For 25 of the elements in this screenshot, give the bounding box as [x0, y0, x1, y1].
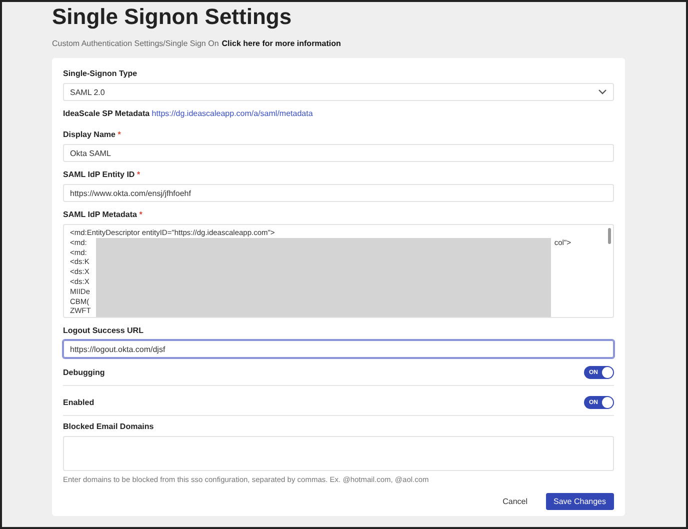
text-input[interactable]: https://logout.okta.com/djsf	[63, 340, 614, 358]
text-input[interactable]: Okta SAML	[63, 144, 614, 162]
scrollbar-thumb[interactable]	[608, 228, 611, 244]
page-title: Single Signon Settings	[52, 4, 293, 30]
required-mark: *	[118, 130, 121, 139]
info-link[interactable]: Click here for more information	[222, 39, 341, 48]
toggle-label: Enabled	[63, 398, 94, 407]
field-label: Logout Success URL	[63, 326, 144, 335]
field-label: Blocked Email Domains	[63, 422, 155, 431]
field-label: SAML IdP Entity ID *	[63, 170, 142, 179]
cancel-button[interactable]: Cancel	[494, 493, 536, 510]
text-input[interactable]: https://www.okta.com/ensj/jfhfoehf	[63, 184, 614, 202]
breadcrumb: Custom Authentication Settings/Single Sign On	[52, 39, 219, 48]
toggle-label: Debugging	[63, 368, 105, 377]
type-select[interactable]: SAML 2.0	[63, 83, 614, 101]
field-label: SAML IdP Metadata *	[63, 210, 144, 219]
metadata-link[interactable]: https://dg.ideascaleapp.com/a/saml/metadata	[152, 109, 313, 118]
save-button[interactable]: Save Changes	[546, 493, 614, 510]
required-mark: *	[139, 210, 142, 219]
chevron-down-icon	[598, 89, 607, 95]
sp-metadata-text: IdeaScale SP Metadata https://dg.ideascaleapp.com/a/saml/metadata	[63, 109, 314, 118]
field-label: Display Name *	[63, 130, 122, 139]
field-label: Single-Signon Type	[63, 69, 138, 78]
domains-textarea[interactable]	[63, 436, 614, 471]
required-mark: *	[136, 170, 140, 179]
